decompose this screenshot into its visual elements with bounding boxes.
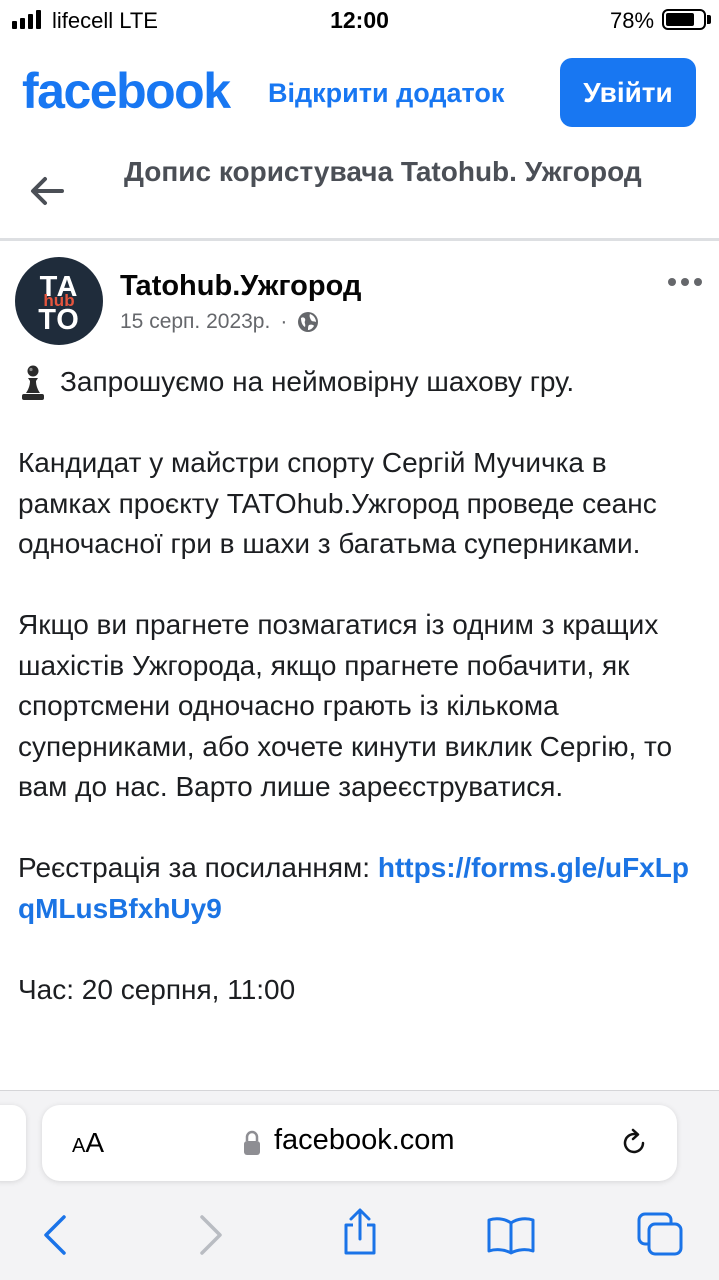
globe-icon (298, 312, 319, 332)
book-icon[interactable] (486, 1215, 536, 1255)
chevron-right-icon[interactable] (196, 1213, 226, 1257)
url-text[interactable]: facebook.com (274, 1124, 455, 1157)
intro-text: Запрошуємо на неймовірну шахову гру. (60, 366, 575, 397)
battery-icon (662, 9, 706, 30)
registration-label: Реєстрація за посиланням: (18, 852, 378, 883)
post-paragraph: Кандидат у майстри спорту Сергій Мучичка… (18, 447, 657, 559)
post-date[interactable]: 15 серп. 2023р. (120, 310, 270, 334)
status-bar: lifecell LTE 12:00 78% (0, 0, 719, 40)
share-icon[interactable] (340, 1207, 380, 1257)
battery-cap (707, 15, 711, 24)
browser-toolbar: AA facebook.com (0, 1090, 719, 1280)
avatar-text-bottom: ТО (38, 304, 80, 336)
lock-icon (244, 1130, 260, 1155)
post-paragraph: Якщо ви прагнете позмагатися із одним з … (18, 609, 673, 802)
previous-tab-edge[interactable] (0, 1105, 26, 1181)
address-bar[interactable]: AA facebook.com (42, 1105, 677, 1181)
avatar[interactable]: ТА hub ТО (15, 257, 103, 345)
chevron-left-icon[interactable] (40, 1213, 70, 1257)
facebook-logo[interactable]: facebook (22, 62, 231, 120)
post-author[interactable]: Tatohub.Ужгород (120, 270, 361, 303)
more-dots-icon[interactable] (668, 278, 702, 286)
event-time: Час: 20 серпня, 11:00 (18, 973, 296, 1005)
login-button[interactable]: Увійти (560, 58, 696, 127)
meta-separator: · (280, 310, 288, 333)
chess-pawn-icon (22, 365, 44, 400)
page-title: Допис користувача Tatohub. Ужгород (124, 156, 642, 187)
registration-paragraph: Реєстрація за посиланням: https://forms.… (18, 848, 703, 929)
battery-percent: 78% (610, 8, 655, 33)
open-app-link[interactable]: Відкрити додаток (268, 78, 504, 109)
post-meta: 15 серп. 2023р. · (120, 310, 319, 334)
post-paragraph-intro: Запрошуємо на неймовірну шахову гру. (18, 362, 703, 403)
reload-icon[interactable] (618, 1127, 650, 1159)
arrow-left-icon[interactable] (28, 172, 66, 210)
tabs-icon[interactable] (636, 1211, 684, 1257)
post-body: Запрошуємо на неймовірну шахову гру. Кан… (18, 362, 703, 1051)
header-divider (0, 238, 719, 241)
reader-text-size-button[interactable]: AA (72, 1127, 104, 1159)
